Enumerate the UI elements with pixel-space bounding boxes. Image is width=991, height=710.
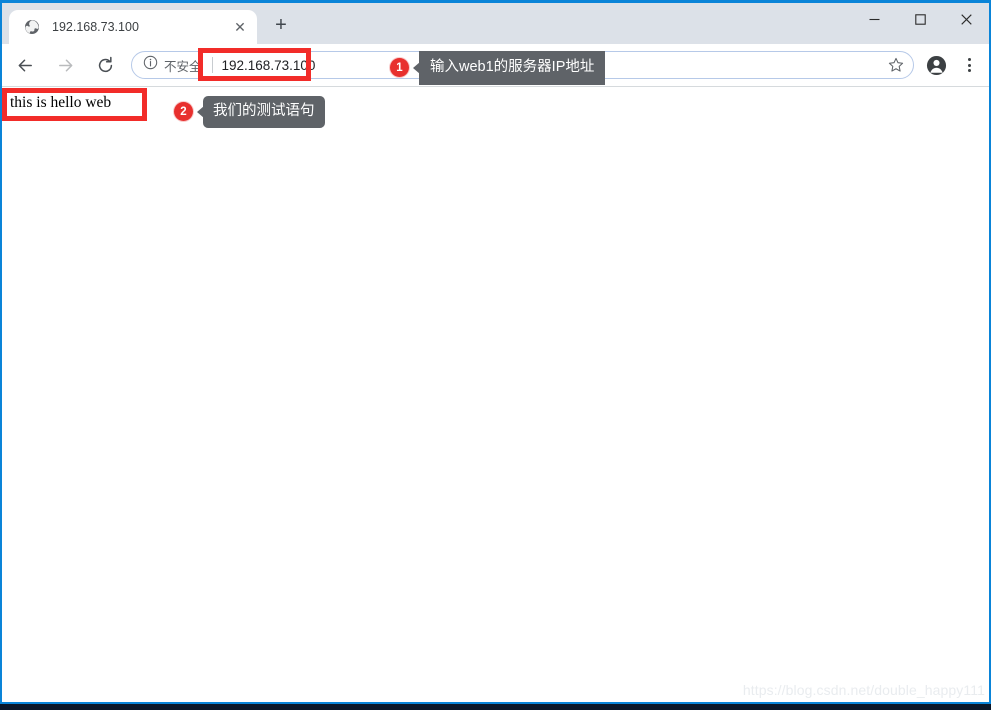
info-circle-icon <box>143 55 158 75</box>
tab-close-icon[interactable]: ✕ <box>231 18 249 36</box>
globe-icon <box>23 19 40 36</box>
minimize-button[interactable] <box>851 3 897 36</box>
back-button[interactable] <box>8 48 42 82</box>
annotation-1: 1 输入web1的服务器IP地址 <box>390 51 606 85</box>
forward-button[interactable] <box>48 48 82 82</box>
browser-menu-button[interactable] <box>952 48 986 82</box>
annotation-text-2: 我们的测试语句 <box>203 96 325 128</box>
watermark: https://blog.csdn.net/double_happy111 <box>742 682 985 698</box>
browser-window: 192.168.73.100 ✕ + 不安全 192.168.73.100 th… <box>0 0 991 704</box>
annotation-badge-2: 2 <box>174 102 193 122</box>
browser-tab[interactable]: 192.168.73.100 ✕ <box>9 10 257 44</box>
security-chip[interactable]: 不安全 <box>143 55 202 75</box>
menu-dot <box>967 69 971 73</box>
annotation-2: 2 我们的测试语句 <box>174 96 325 128</box>
close-button[interactable] <box>943 3 989 36</box>
maximize-button[interactable] <box>897 3 943 36</box>
menu-dot <box>967 57 971 61</box>
annotation-badge-1: 1 <box>390 58 409 78</box>
page-body-text: this is hello web <box>10 94 112 111</box>
new-tab-button[interactable]: + <box>269 13 293 37</box>
security-label: 不安全 <box>164 59 202 74</box>
menu-dot <box>967 63 971 67</box>
bookmark-star-icon[interactable] <box>883 52 909 78</box>
omnibox-divider <box>211 57 213 73</box>
tab-title: 192.168.73.100 <box>52 20 139 34</box>
tab-strip: 192.168.73.100 ✕ + <box>2 3 989 44</box>
profile-avatar-icon[interactable] <box>920 48 952 82</box>
reload-button[interactable] <box>88 48 122 82</box>
page-viewport: this is hello web https://blog.csdn.net/… <box>2 87 989 702</box>
annotation-text-1: 输入web1的服务器IP地址 <box>419 51 606 85</box>
window-controls <box>851 3 989 36</box>
